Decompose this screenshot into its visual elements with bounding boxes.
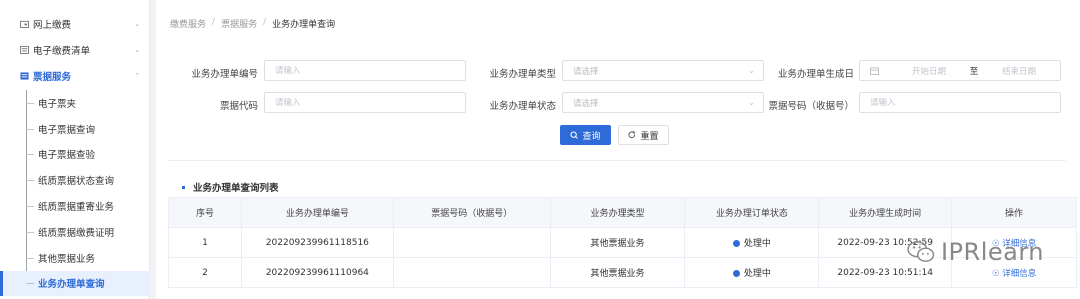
cell-status: 处理中 [684, 227, 820, 258]
wallet-icon [20, 20, 29, 28]
status-dot-icon [732, 270, 740, 277]
created-date-label: 业务办理单生成日 [777, 69, 854, 80]
cell-ticket-no [392, 257, 551, 288]
breadcrumb-item-payment-service[interactable]: 缴费服务 [170, 17, 206, 30]
chevron-down-icon: ⌄ [748, 98, 755, 107]
column-header: 票据号码（收据号） [392, 197, 551, 228]
cell-type: 其他票据业务 [549, 227, 686, 258]
ticket-code-label: 票据代码 [219, 101, 258, 112]
order-no-field[interactable] [264, 60, 466, 81]
order-status-select[interactable]: 请选择 ⌄ [562, 92, 764, 113]
refresh-icon [628, 131, 636, 139]
status-text: 处理中 [743, 239, 771, 249]
cell-type: 其他票据业务 [549, 257, 686, 288]
search-button-label: 查询 [582, 131, 601, 142]
sidebar-item-label: 电子票夹 [38, 98, 77, 110]
ticket-no-input[interactable] [870, 97, 1060, 108]
chevron-down-icon: ⌄ [134, 46, 140, 54]
ticket-service-submenu: 电子票夹 电子票据查询 电子票据查验 纸质票据状态查询 纸质票据重寄业务 纸质票… [0, 90, 150, 297]
chevron-up-icon: ⌃ [134, 72, 140, 80]
sidebar-item-label: 业务办理单查询 [38, 279, 105, 291]
sidebar-item-e-ticket-query[interactable]: 电子票据查询 [0, 116, 150, 142]
breadcrumb-separator: / [212, 17, 216, 27]
cell-ticket-no [392, 227, 551, 258]
ticket-code-input[interactable] [275, 97, 465, 108]
order-type-select[interactable]: 请选择 ⌄ [562, 60, 764, 81]
cell-index: 1 [168, 227, 242, 258]
order-status-label: 业务办理单状态 [489, 101, 556, 112]
column-header: 业务办理生成时间 [818, 197, 953, 228]
chevron-down-icon: ⌄ [134, 20, 140, 28]
sidebar-item-order-query[interactable]: 业务办理单查询 [0, 270, 150, 297]
column-header: 业务办理单编号 [240, 197, 394, 228]
reset-button-label: 重置 [640, 131, 659, 142]
divider [168, 160, 1066, 161]
cell-order-no: 202209239961118516 [240, 227, 394, 258]
cell-order-no: 202209239961110964 [240, 257, 394, 288]
sidebar-item-paper-ticket-status[interactable]: 纸质票据状态查询 [0, 167, 150, 193]
status-text: 处理中 [743, 269, 771, 279]
date-range-picker[interactable]: 开始日期 至 结束日期 [859, 60, 1061, 81]
menu-group-label: 网上缴费 [33, 20, 72, 31]
date-range-separator: 至 [969, 66, 979, 77]
watermark: IPRlearn [907, 238, 1044, 266]
sidebar-item-label: 纸质票据缴费证明 [38, 227, 115, 239]
sidebar-item-paper-ticket-proof[interactable]: 纸质票据缴费证明 [0, 219, 150, 245]
watermark-text: IPRlearn [940, 238, 1044, 266]
chevron-down-icon: ⌄ [748, 66, 755, 75]
sidebar-item-label: 纸质票据状态查询 [38, 176, 115, 188]
menu-group-online-payment[interactable]: 网上缴费 ⌄ [0, 11, 150, 37]
sidebar-item-label: 电子票据查验 [38, 150, 96, 162]
breadcrumb-current: 业务办理单查询 [272, 20, 336, 30]
table-header-row: 序号 业务办理单编号 票据号码（收据号） 业务办理类型 业务办理订单状态 业务办… [168, 197, 1077, 228]
cell-status: 处理中 [684, 257, 820, 288]
ticket-code-field[interactable] [264, 92, 466, 113]
sidebar-item-paper-ticket-resend[interactable]: 纸质票据重寄业务 [0, 193, 150, 219]
search-icon [570, 131, 579, 139]
search-button[interactable]: 查询 [560, 125, 611, 145]
reset-button[interactable]: 重置 [618, 125, 669, 145]
breadcrumb-item-ticket-service[interactable]: 票据服务 [221, 17, 257, 30]
menu-group-ticket-service[interactable]: 票据服务 ⌃ [0, 63, 150, 89]
sidebar-item-other-ticket-business[interactable]: 其他票据业务 [0, 245, 150, 271]
sidebar-item-label: 纸质票据重寄业务 [38, 202, 115, 214]
sidebar-item-e-ticket-verify[interactable]: 电子票据查验 [0, 142, 150, 168]
end-date-input[interactable]: 结束日期 [989, 65, 1049, 77]
section-title-text: 业务办理单查询列表 [193, 183, 279, 194]
start-date-input[interactable]: 开始日期 [899, 65, 959, 77]
wechat-icon [907, 241, 935, 262]
order-type-placeholder: 请选择 [573, 66, 599, 77]
ticket-no-label: 票据号码（收据号） [768, 101, 854, 112]
ticket-icon [20, 72, 29, 80]
calendar-icon [870, 66, 879, 75]
list-icon [20, 46, 29, 54]
section-marker [182, 185, 185, 189]
column-header: 业务办理类型 [549, 197, 686, 228]
column-header: 操作 [951, 197, 1077, 228]
sidebar-item-label: 电子票据查询 [38, 124, 96, 136]
breadcrumb-separator: / [263, 17, 267, 27]
breadcrumb: 缴费服务 / 票据服务 / 业务办理单查询 [170, 17, 335, 30]
menu-group-e-payment-list[interactable]: 电子缴费清单 ⌄ [0, 37, 150, 63]
order-type-label: 业务办理单类型 [489, 69, 556, 80]
menu-group-label: 票据服务 [33, 72, 72, 83]
ticket-no-field[interactable] [859, 92, 1061, 113]
column-header: 业务办理订单状态 [684, 197, 820, 228]
menu-group-label: 电子缴费清单 [33, 46, 91, 57]
order-no-input[interactable] [275, 65, 465, 76]
sidebar-item-label: 其他票据业务 [38, 253, 96, 265]
sidebar-item-e-ticket-folder[interactable]: 电子票夹 [0, 90, 150, 116]
detail-link-label: 详细信息 [1002, 268, 1037, 279]
section-title: 业务办理单查询列表 [182, 180, 279, 194]
order-no-label: 业务办理单编号 [191, 69, 258, 80]
column-header: 序号 [168, 197, 242, 228]
detail-link[interactable]: ☉ 详细信息 [992, 269, 1036, 279]
status-dot-icon [732, 240, 740, 247]
order-status-placeholder: 请选择 [573, 98, 599, 109]
cell-index: 2 [168, 257, 242, 288]
sidebar: 网上缴费 ⌄ 电子缴费清单 ⌄ 票据服务 ⌃ 电子票夹 电子票据查询 电子票据查… [0, 0, 150, 299]
